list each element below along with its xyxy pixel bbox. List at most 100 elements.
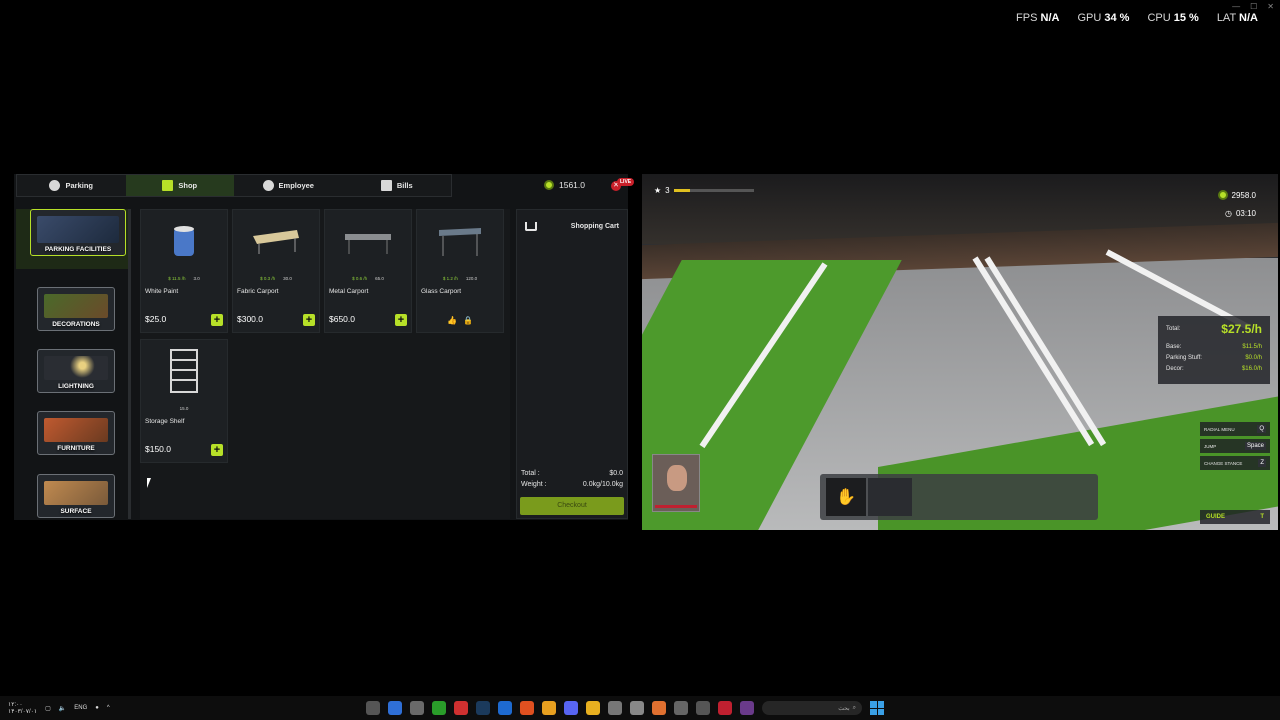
coin-icon	[544, 180, 554, 190]
app-icon[interactable]	[388, 701, 402, 715]
app-icon[interactable]	[542, 701, 556, 715]
clock[interactable]: ۱۲:۰۰ ۱۴۰۳/۰۷/۰۱	[8, 701, 37, 715]
system-tray: ۱۲:۰۰ ۱۴۰۳/۰۷/۰۱ ▢ 🔈 ENG ● ^	[8, 701, 110, 715]
category-sidebar: PARKING FACILITIES DECORATIONS LIGHTNING…	[16, 209, 130, 519]
add-to-cart-button[interactable]: +	[303, 314, 315, 326]
cart-title: Shopping Cart	[570, 222, 619, 230]
category-lightning[interactable]: LIGHTNING	[37, 349, 115, 393]
shop-item-white-paint[interactable]: $ 11.5 /h 3.0 White Paint $25.0 +	[140, 209, 228, 333]
add-to-cart-button[interactable]: +	[211, 314, 223, 326]
latency-stat: LAT N/A	[1216, 12, 1258, 24]
category-label: PARKING FACILITIES	[44, 246, 112, 253]
avatar	[667, 465, 687, 491]
category-decorations[interactable]: DECORATIONS	[37, 287, 115, 331]
item-stats: $ 0.3 /h 30.0	[237, 276, 315, 281]
category-label: SURFACE	[60, 508, 92, 515]
app-icon[interactable]	[608, 701, 622, 715]
notification-icon[interactable]: ▢	[45, 705, 51, 712]
shop-item-grid: $ 11.5 /h 3.0 White Paint $25.0 + $ 0.3 /…	[140, 209, 510, 519]
item-name: White Paint	[145, 288, 179, 295]
key-cap: Q	[1257, 425, 1266, 433]
language-indicator[interactable]: ENG	[74, 705, 87, 711]
weight-stat: 3.0	[193, 276, 200, 281]
income-row-label: Decor:	[1166, 366, 1184, 372]
weight-label: Weight :	[521, 481, 547, 488]
category-parking-facilities[interactable]: PARKING FACILITIES	[30, 209, 126, 256]
income-row-label: Parking Stuff:	[1166, 355, 1202, 361]
hotbar-slot[interactable]	[868, 478, 912, 516]
app-icon[interactable]	[454, 701, 468, 715]
app-icon[interactable]	[498, 701, 512, 715]
metal-carport-thumbnail	[325, 210, 411, 272]
category-furniture[interactable]: FURNITURE	[37, 411, 115, 455]
mic-icon[interactable]: ●	[95, 705, 99, 711]
add-to-cart-button[interactable]: +	[211, 444, 223, 456]
app-icon[interactable]	[740, 701, 754, 715]
xbox-icon[interactable]	[432, 701, 446, 715]
category-label: FURNITURE	[57, 445, 95, 452]
tab-parking[interactable]: Parking	[17, 175, 126, 196]
folder-icon[interactable]	[586, 701, 600, 715]
key-hint-label: JUMP	[1204, 443, 1217, 449]
close-icon[interactable]: ✕	[1267, 2, 1274, 11]
income-stat: $ 11.5 /h	[168, 276, 186, 281]
brave-icon[interactable]	[520, 701, 534, 715]
shop-item-fabric-carport[interactable]: $ 0.3 /h 30.0 Fabric Carport $300.0 +	[232, 209, 320, 333]
minimize-icon[interactable]: —	[1232, 2, 1240, 11]
level-value: 3	[665, 186, 670, 195]
document-icon	[380, 180, 392, 191]
key-cap: Space	[1244, 442, 1266, 450]
window-controls: — ☐ ✕	[1232, 2, 1274, 11]
total-label: Total :	[521, 470, 540, 477]
add-to-cart-button[interactable]: +	[395, 314, 407, 326]
weight-stat: 30.0	[283, 276, 292, 281]
player-portrait	[652, 454, 700, 512]
app-icon[interactable]	[718, 701, 732, 715]
wallet-value: 1561.0	[559, 180, 585, 190]
time-value: 03:10	[1235, 209, 1256, 218]
hands-icon[interactable]: ✋	[826, 478, 866, 516]
shop-item-storage-shelf[interactable]: 15.0 Storage Shelf $150.0 +	[140, 339, 228, 463]
steam-icon[interactable]	[476, 701, 490, 715]
app-icon[interactable]	[652, 701, 666, 715]
shop-item-glass-carport[interactable]: $ 1.2 /h 120.0 Glass Carport 👍 🔒	[416, 209, 504, 333]
tab-bills[interactable]: Bills	[343, 175, 452, 196]
income-stat: $ 0.6 /h	[352, 276, 368, 281]
tab-shop[interactable]: Shop	[125, 175, 234, 196]
app-icon[interactable]	[630, 701, 644, 715]
income-total-value: $27.5/h	[1221, 322, 1262, 336]
tab-employee[interactable]: Employee	[234, 175, 343, 196]
app-icon[interactable]	[696, 701, 710, 715]
windows-start-icon[interactable]	[870, 701, 884, 715]
parking-icon	[49, 180, 61, 191]
shop-item-metal-carport[interactable]: $ 0.6 /h 65.0 Metal Carport $650.0 +	[324, 209, 412, 333]
surface-art	[44, 481, 108, 505]
person-icon	[262, 180, 274, 191]
settings-icon[interactable]	[410, 701, 424, 715]
tray-time: ۱۲:۰۰	[8, 702, 23, 708]
discord-icon[interactable]	[564, 701, 578, 715]
income-row-value: $16.0/h	[1241, 366, 1262, 372]
money-value: 2958.0	[1231, 190, 1256, 200]
key-hint-jump: JUMP Space	[1200, 439, 1270, 453]
cpu-stat: CPU 15 %	[1147, 12, 1199, 24]
item-price: $650.0	[329, 314, 355, 324]
income-stat: $ 0.3 /h	[260, 276, 276, 281]
search-box[interactable]: بحث ⌕	[762, 701, 862, 715]
weight-stat: 65.0	[375, 276, 384, 281]
item-price: $25.0	[145, 314, 167, 324]
app-icon[interactable]	[674, 701, 688, 715]
item-stats: $ 0.6 /h 65.0	[329, 276, 407, 281]
hotbar: ✋	[820, 474, 1098, 520]
category-surface[interactable]: SURFACE	[37, 474, 115, 518]
storage-shelf-thumbnail	[141, 340, 227, 402]
game-viewport[interactable]: ★ 3 2958.0 ◷ 03:10 Total: $27.5/h Base: $1…	[642, 174, 1278, 530]
chevron-up-icon[interactable]: ^	[107, 705, 110, 711]
volume-icon[interactable]: 🔈	[59, 705, 66, 712]
weight-stat: 120.0	[465, 276, 478, 281]
maximize-icon[interactable]: ☐	[1250, 2, 1257, 11]
category-label: LIGHTNING	[58, 383, 94, 390]
app-icon[interactable]	[366, 701, 380, 715]
guide-button[interactable]: GUIDE T	[1200, 510, 1270, 524]
checkout-button[interactable]: Checkout	[520, 497, 624, 515]
